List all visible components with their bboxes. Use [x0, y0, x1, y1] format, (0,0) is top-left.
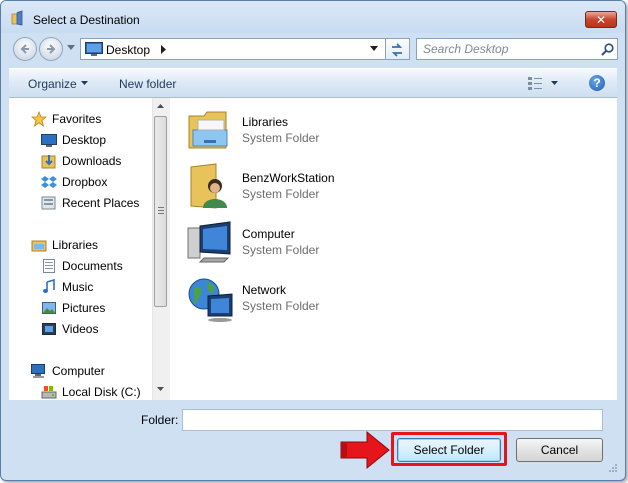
- nav-item-label: Documents: [62, 259, 123, 273]
- computer-icon: [187, 221, 231, 263]
- recent-places-icon: [41, 196, 56, 210]
- item-name: Network: [242, 283, 287, 297]
- folder-app-icon: [11, 10, 23, 26]
- views-dropdown-icon[interactable]: [551, 81, 558, 85]
- recent-pages-chevron-icon[interactable]: [67, 45, 75, 51]
- chevron-down-icon[interactable]: [81, 81, 88, 85]
- libraries-icon: [188, 111, 228, 149]
- nav-item-label: Favorites: [52, 112, 102, 126]
- list-item[interactable]: BenzWorkStation System Folder: [186, 162, 386, 214]
- address-location[interactable]: Desktop: [106, 43, 150, 57]
- command-bar: Organize New folder ?: [9, 68, 617, 98]
- videos-icon: [42, 323, 56, 335]
- red-arrow-pointer-icon: [340, 430, 390, 470]
- folder-input[interactable]: [182, 409, 603, 431]
- content-pane: Libraries System Folder BenzWorkStation …: [170, 98, 617, 400]
- organize-menu[interactable]: Organize: [28, 77, 77, 91]
- refresh-button[interactable]: [386, 38, 410, 60]
- close-icon: ✕: [595, 13, 607, 27]
- item-type: System Folder: [242, 243, 320, 257]
- help-button[interactable]: ?: [589, 75, 605, 91]
- search-box[interactable]: [416, 38, 618, 60]
- item-type: System Folder: [242, 131, 320, 145]
- item-name: BenzWorkStation: [242, 171, 335, 185]
- list-item[interactable]: Network System Folder: [186, 274, 386, 326]
- arrow-right-icon: [47, 44, 56, 54]
- dropbox-icon: [41, 176, 57, 188]
- local-disk-icon: [41, 386, 57, 399]
- nav-item-label: Recent Places: [62, 196, 140, 210]
- item-type: System Folder: [242, 299, 320, 313]
- forward-button[interactable]: [39, 37, 63, 61]
- user-folder-icon: [190, 163, 227, 209]
- help-icon: ?: [593, 76, 601, 90]
- arrow-left-icon: [20, 44, 29, 54]
- navigation-pane: Favorites Desktop Downloads Dropbox Rece…: [9, 98, 170, 400]
- scrollbar-grip-icon: [158, 207, 164, 214]
- star-icon: [31, 111, 47, 127]
- documents-icon: [43, 259, 55, 273]
- scroll-up-icon[interactable]: [157, 104, 164, 108]
- select-folder-button[interactable]: Select Folder: [397, 438, 501, 462]
- computer-icon: [31, 364, 45, 378]
- nav-item-label: Downloads: [62, 154, 122, 168]
- nav-item-label: Pictures: [62, 301, 106, 315]
- nav-item-label: Desktop: [62, 133, 107, 147]
- desktop-icon: [41, 134, 57, 147]
- list-item[interactable]: Computer System Folder: [186, 218, 386, 270]
- resize-grip-icon[interactable]: [607, 462, 617, 472]
- folder-label: Folder:: [141, 413, 179, 427]
- nav-item-label: Libraries: [52, 238, 99, 252]
- search-icon[interactable]: [601, 43, 614, 56]
- item-name: Computer: [242, 227, 295, 241]
- new-folder-button[interactable]: New folder: [119, 77, 176, 91]
- chevron-right-icon[interactable]: [161, 45, 167, 54]
- libraries-icon: [31, 240, 47, 252]
- nav-item-label: Local Disk (C:): [62, 385, 141, 399]
- nav-item-label: Music: [62, 280, 94, 294]
- cancel-button[interactable]: Cancel: [516, 438, 603, 462]
- nav-item-label: Computer: [52, 364, 105, 378]
- search-input[interactable]: [423, 41, 593, 57]
- dialog-window: Select a Destination ✕ Desktop Search De…: [0, 0, 626, 481]
- downloads-icon: [41, 155, 56, 169]
- nav-item-label: Videos: [62, 322, 99, 336]
- view-options-icon[interactable]: [527, 76, 543, 91]
- close-button[interactable]: ✕: [585, 11, 617, 28]
- window-title: Select a Destination: [33, 13, 140, 27]
- music-icon: [43, 279, 55, 293]
- scroll-down-icon[interactable]: [157, 387, 164, 391]
- title-bar: Select a Destination ✕: [1, 1, 625, 33]
- nav-item-label: Dropbox: [62, 175, 108, 189]
- item-type: System Folder: [242, 187, 320, 201]
- desktop-icon: [85, 42, 103, 56]
- list-item[interactable]: Libraries System Folder: [186, 106, 386, 158]
- item-name: Libraries: [242, 115, 289, 129]
- address-dropdown-icon[interactable]: [370, 46, 378, 51]
- pictures-icon: [42, 302, 56, 314]
- refresh-icon: [391, 43, 403, 57]
- back-button[interactable]: [13, 37, 37, 61]
- address-bar[interactable]: Desktop: [80, 38, 386, 60]
- network-icon: [188, 278, 233, 322]
